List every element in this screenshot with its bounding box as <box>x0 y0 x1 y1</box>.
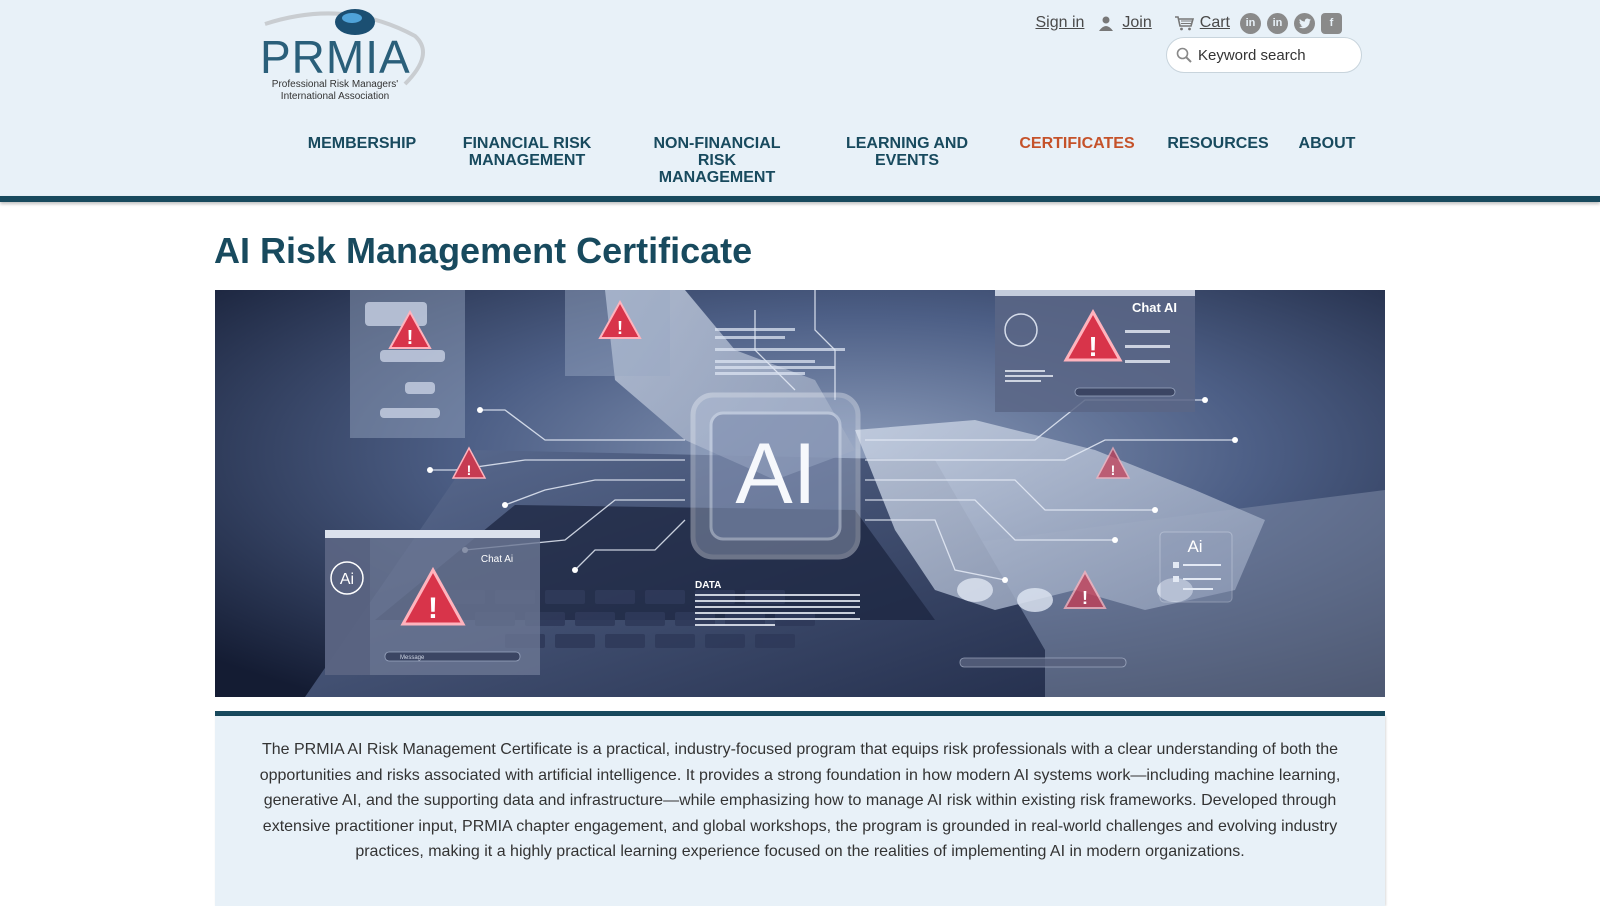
hero-data-label: DATA <box>695 580 721 591</box>
facebook-icon[interactable]: f <box>1321 12 1342 34</box>
svg-text:!: ! <box>467 462 472 478</box>
svg-text:!: ! <box>617 318 623 338</box>
linkedin-icon[interactable]: in <box>1240 12 1261 34</box>
logo-tagline-line1: Professional Risk Managers' <box>271 79 399 90</box>
svg-text:!: ! <box>1082 588 1088 608</box>
logo-tagline: Professional Risk Managers' Internationa… <box>260 79 410 103</box>
hero-message-field: Message <box>400 655 425 661</box>
nav-item-financial-risk-management[interactable]: FINANCIAL RISK MANAGEMENT <box>450 135 604 169</box>
site-header: PRMIA Professional Risk Managers' Intern… <box>0 0 1600 196</box>
hero-ai-badge-right: Ai <box>1187 537 1202 556</box>
svg-text:!: ! <box>1111 462 1116 478</box>
hero-chat-ai-title: Chat AI <box>1132 300 1177 315</box>
description-panel: The PRMIA AI Risk Management Certificate… <box>215 716 1385 906</box>
logo-tagline-line2: International Association <box>280 91 390 102</box>
user-icon <box>1098 15 1114 31</box>
cart-icon <box>1174 15 1194 31</box>
twitter-icon[interactable] <box>1294 12 1315 34</box>
svg-text:!: ! <box>1088 331 1097 362</box>
nav-item-resources[interactable]: RESOURCES <box>1163 135 1273 152</box>
search-input[interactable] <box>1196 45 1350 65</box>
utility-bar: Sign in Join Cart in in f <box>1035 12 1342 34</box>
hero-ai-badge-left: Ai <box>340 571 354 588</box>
nav-item-about[interactable]: ABOUT <box>1294 135 1360 152</box>
nav-item-certificates[interactable]: CERTIFICATES <box>1012 135 1142 152</box>
hero-ai-label: AI <box>735 426 816 522</box>
header-divider <box>0 196 1600 202</box>
cart-link[interactable]: Cart <box>1200 14 1230 32</box>
description-text: The PRMIA AI Risk Management Certificate… <box>259 741 1341 860</box>
hero-image: AI ! ! ! Chat AI ! ! Ai Chat Ai ! Messag… <box>215 290 1385 697</box>
prmia-logo[interactable]: PRMIA Professional Risk Managers' Intern… <box>255 6 435 106</box>
hero-chat-ai-left-title: Chat Ai <box>481 554 513 565</box>
linkedin-icon[interactable]: in <box>1267 12 1288 34</box>
search-box <box>1166 37 1362 73</box>
sign-in-link[interactable]: Sign in <box>1035 14 1084 32</box>
nav-item-non-financial-risk-management[interactable]: NON-FINANCIAL RISK MANAGEMENT <box>643 135 791 186</box>
join-link[interactable]: Join <box>1122 14 1151 32</box>
logo-wordmark: PRMIA <box>260 31 411 83</box>
page-title: AI Risk Management Certificate <box>214 230 753 271</box>
nav-item-learning-and-events[interactable]: LEARNING AND EVENTS <box>840 135 974 169</box>
svg-text:!: ! <box>428 592 438 625</box>
svg-text:!: ! <box>407 327 414 349</box>
nav-item-membership[interactable]: MEMBERSHIP <box>300 135 424 152</box>
search-icon <box>1176 47 1192 63</box>
